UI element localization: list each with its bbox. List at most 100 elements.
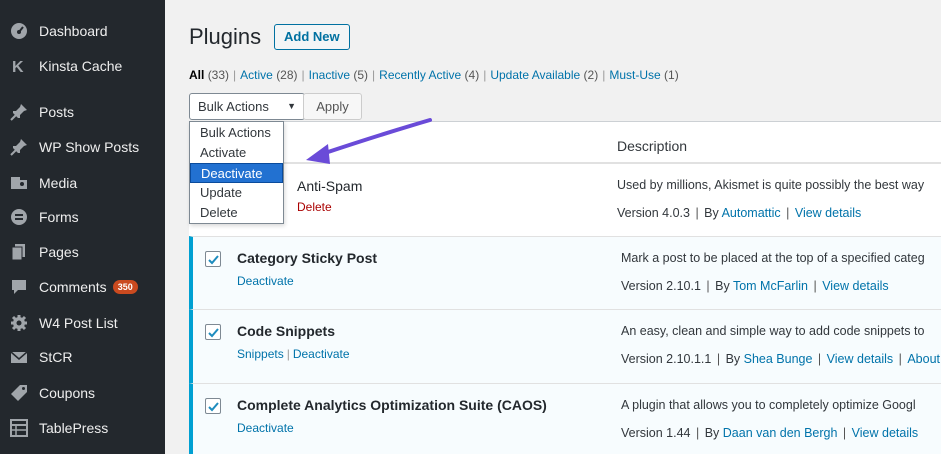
plugin-version: Version 2.10.1.1 — [621, 352, 712, 366]
row-actions: Deactivate — [237, 274, 294, 288]
plugin-version: Version 1.44 — [621, 426, 691, 440]
sidebar-item-label: Pages — [39, 244, 79, 260]
separator: | — [839, 426, 850, 440]
row-actions: Deactivate — [237, 421, 294, 435]
plugin-version-line: Version 4.0.3 | By Automattic | View det… — [617, 206, 941, 220]
filter-count: (33) — [207, 68, 230, 82]
filter-update-available[interactable]: Update Available (2) — [490, 68, 598, 82]
sidebar-item-label: Forms — [39, 209, 79, 225]
deactivate-link[interactable]: Deactivate — [237, 421, 294, 435]
filter-all[interactable]: All (33) — [189, 68, 229, 82]
table-icon — [10, 419, 28, 437]
view-details-link[interactable]: View details — [827, 352, 893, 366]
about-link[interactable]: About — [907, 352, 940, 366]
option-delete[interactable]: Delete — [190, 203, 283, 223]
sidebar-item-comments[interactable]: Comments 350 — [0, 270, 165, 304]
separator: | — [702, 279, 714, 293]
sidebar-item-coupons[interactable]: Coupons — [0, 376, 165, 410]
separator: | — [782, 206, 793, 220]
author-link[interactable]: Tom McFarlin — [733, 279, 808, 293]
separator: | — [814, 352, 825, 366]
admin-sidebar: Dashboard K Kinsta Cache Posts WP Show P… — [0, 0, 165, 454]
filter-inactive[interactable]: Inactive (5) — [309, 68, 368, 82]
dashboard-icon — [10, 22, 28, 40]
filter-recently-active[interactable]: Recently Active (4) — [379, 68, 479, 82]
author-link[interactable]: Automattic — [722, 206, 781, 220]
wp-admin-screen: Dashboard K Kinsta Cache Posts WP Show P… — [0, 0, 941, 454]
plugin-checkbox[interactable] — [205, 324, 221, 340]
main-content: Plugins Add New All (33) | Active (28) | Ina… — [165, 0, 941, 454]
sidebar-item-label: Posts — [39, 104, 75, 120]
plugin-description: A plugin that allows you to completely o… — [621, 398, 916, 412]
sidebar-item-label: Dashboard — [39, 23, 108, 39]
plugin-description: Mark a post to be placed at the top of a… — [621, 251, 925, 265]
pages-icon — [10, 243, 28, 261]
deactivate-link[interactable]: Deactivate — [293, 347, 350, 361]
filter-separator: | — [602, 68, 606, 82]
view-details-link[interactable]: View details — [852, 426, 918, 440]
filter-separator: | — [233, 68, 237, 82]
filter-must-use[interactable]: Must-Use (1) — [609, 68, 678, 82]
checkmark-icon — [208, 255, 219, 265]
view-details-link[interactable]: View details — [822, 279, 888, 293]
filter-count: (4) — [464, 68, 480, 82]
sidebar-item-w4-post-list[interactable]: W4 Post List — [0, 306, 165, 340]
deactivate-link[interactable]: Deactivate — [237, 274, 294, 288]
by-label: By — [725, 352, 741, 366]
plugin-version: Version 4.0.3 — [617, 206, 690, 220]
filter-label: Active — [240, 68, 273, 82]
filter-separator: | — [372, 68, 376, 82]
sidebar-item-posts[interactable]: Posts — [0, 95, 165, 129]
filter-active[interactable]: Active (28) — [240, 68, 297, 82]
sidebar-item-label: Kinsta Cache — [39, 58, 123, 74]
by-label: By — [704, 426, 720, 440]
table-row: Anti-Spam Delete Used by millions, Akism… — [189, 163, 941, 236]
separator: | — [691, 206, 703, 220]
filter-count: (5) — [353, 68, 369, 82]
svg-text:K: K — [12, 59, 24, 75]
checkmark-icon — [208, 328, 219, 338]
plugin-description: An easy, clean and simple way to add cod… — [621, 324, 925, 338]
tag-icon — [10, 384, 28, 402]
delete-link[interactable]: Delete — [297, 200, 332, 214]
filter-label: All — [189, 68, 205, 82]
plugin-name: Complete Analytics Optimization Suite (C… — [237, 397, 547, 413]
filter-label: Update Available — [490, 68, 581, 82]
filter-label: Recently Active — [379, 68, 462, 82]
table-row: Complete Analytics Optimization Suite (C… — [189, 383, 941, 454]
row-actions: Delete — [297, 200, 332, 214]
author-link[interactable]: Daan van den Bergh — [723, 426, 838, 440]
table-row: Code Snippets Snippets | Deactivate An eas… — [189, 309, 941, 383]
separator: | — [713, 352, 724, 366]
sidebar-item-wp-show-posts[interactable]: WP Show Posts — [0, 130, 165, 164]
plugin-version: Version 2.10.1 — [621, 279, 701, 293]
snippets-link[interactable]: Snippets — [237, 347, 284, 361]
filter-count: (28) — [276, 68, 298, 82]
option-update[interactable]: Update — [190, 183, 283, 203]
author-link[interactable]: Shea Bunge — [744, 352, 813, 366]
sidebar-item-kinsta-cache[interactable]: K Kinsta Cache — [0, 49, 165, 83]
sidebar-item-tablepress[interactable]: TablePress — [0, 411, 165, 445]
add-new-button[interactable]: Add New — [274, 24, 350, 50]
sidebar-item-label: StCR — [39, 349, 73, 365]
plugin-checkbox[interactable] — [205, 251, 221, 267]
comments-count-badge: 350 — [112, 280, 138, 294]
sidebar-item-stcr[interactable]: StCR — [0, 340, 165, 374]
by-label: By — [704, 206, 719, 220]
filter-count: (2) — [583, 68, 599, 82]
plugin-name: Code Snippets — [237, 323, 336, 339]
sidebar-item-dashboard[interactable]: Dashboard — [0, 14, 165, 48]
filter-separator: | — [483, 68, 487, 82]
view-details-link[interactable]: View details — [795, 206, 861, 220]
sidebar-item-label: WP Show Posts — [39, 139, 140, 155]
sidebar-item-forms[interactable]: Forms — [0, 200, 165, 234]
plugin-version-line: Version 1.44 | By Daan van den Bergh | V… — [621, 426, 941, 440]
plugin-name: Category Sticky Post — [237, 250, 378, 266]
sidebar-item-pages[interactable]: Pages — [0, 235, 165, 269]
separator: | — [286, 347, 290, 361]
sidebar-item-media[interactable]: Media — [0, 166, 165, 200]
plugin-checkbox[interactable] — [205, 398, 221, 414]
checkmark-icon — [208, 402, 219, 412]
media-icon — [10, 174, 28, 192]
kinsta-icon: K — [10, 57, 28, 75]
